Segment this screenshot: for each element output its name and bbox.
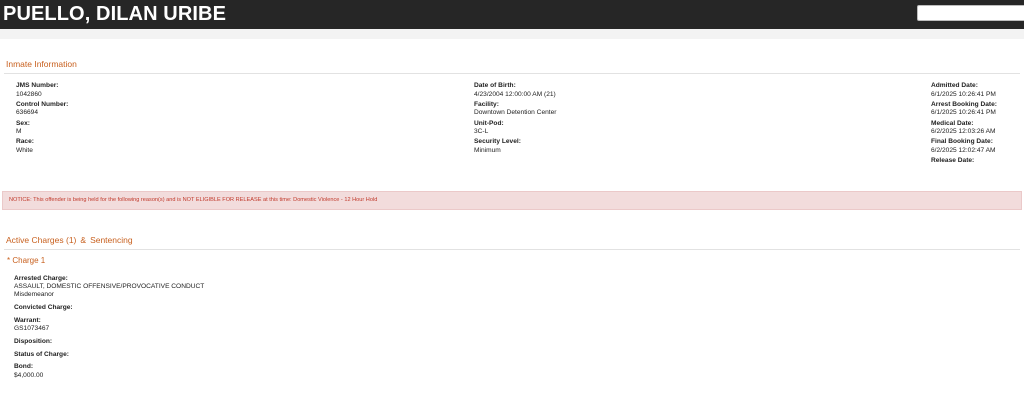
admitted-date-field: Admitted Date: 6/1/2025 10:26:41 PM [931,82,997,99]
section-divider [4,249,1020,250]
arrested-charge-field: Arrested Charge: ASSAULT, DOMESTIC OFFEN… [14,275,204,300]
inmate-name-title: PUELLO, DILAN URIBE [3,3,227,25]
field-value: 6/2/2025 12:02:47 AM [931,146,996,154]
field-value: 6/1/2025 10:26:41 PM [931,109,996,117]
field-label: Convicted Charge: [14,304,73,312]
field-label: JMS Number: [16,82,59,89]
field-label: Release Date: [931,157,975,165]
field-value: 6/2/2025 12:03:26 AM [931,128,996,136]
control-number-field: Control Number: 636694 [16,101,68,118]
disposition-field: Disposition: [14,338,204,346]
charge-1-details: Arrested Charge: ASSAULT, DOMESTIC OFFEN… [14,275,204,384]
field-label: Arrest Booking Date: [931,100,997,108]
field-label: Arrested Charge: [14,275,68,282]
field-label: Final Booking Date: [931,138,993,146]
field-label: Unit-Pod: [474,119,504,127]
field-label: Sex: [16,119,30,127]
field-label: Date of Birth: [474,82,516,89]
field-label: Warrant: [14,316,41,324]
status-of-charge-field: Status of Charge: [14,351,204,359]
inmate-info-left-column: JMS Number: 1042860 Control Number: 6366… [16,82,68,157]
field-label: Admitted Date: [931,82,978,89]
header-subbar [0,29,1024,39]
security-level-field: Security Level: Minimum [474,138,556,155]
field-value: 4/23/2004 12:00:00 AM (21) [474,90,556,98]
field-label: Security Level: [474,138,521,146]
convicted-charge-field: Convicted Charge: [14,304,204,312]
field-value: Minimum [474,146,501,154]
field-value: ASSAULT, DOMESTIC OFFENSIVE/PROVOCATIVE … [14,283,205,291]
final-booking-date-field: Final Booking Date: 6/2/2025 12:02:47 AM [931,138,997,155]
field-value: GS1073467 [14,325,50,333]
field-label: Medical Date: [931,119,974,127]
field-value: Downtown Detention Center [474,109,557,117]
medical-date-field: Medical Date: 6/2/2025 12:03:26 AM [931,120,997,137]
race-field: Race: White [16,138,68,155]
page-header: PUELLO, DILAN URIBE [0,0,1024,29]
sentencing-link[interactable]: Sentencing [90,235,133,245]
field-value: $4,000.00 [14,371,44,379]
field-label: Facility: [474,100,499,108]
charge-class-value: Misdemeanor [14,291,54,299]
section-divider [4,73,1020,74]
bond-field: Bond: $4,000.00 [14,363,204,379]
title-separator: & [80,235,87,245]
field-label: Control Number: [16,100,69,108]
release-date-field: Release Date: [931,157,997,166]
field-label: Race: [16,138,34,146]
field-value: 6/1/2025 10:26:41 PM [931,90,996,98]
field-label: Bond: [14,363,34,371]
field-value: 3C-L [474,128,489,136]
field-label: Disposition: [14,337,53,345]
inmate-info-middle-column: Date of Birth: 4/23/2004 12:00:00 AM (21… [474,82,556,157]
active-charges-link[interactable]: Active Charges (1) [6,235,76,245]
date-of-birth-field: Date of Birth: 4/23/2004 12:00:00 AM (21… [474,82,556,99]
field-value: M [16,128,22,136]
jms-number-field: JMS Number: 1042860 [16,82,68,99]
charge-1-heading[interactable]: * Charge 1 [7,256,45,265]
release-notice-banner: NOTICE: This offender is being held for … [2,191,1022,210]
field-value: 1042860 [16,90,42,98]
charges-section-title: Active Charges (1) & Sentencing [6,235,133,245]
arrest-booking-date-field: Arrest Booking Date: 6/1/2025 10:26:41 P… [931,101,997,118]
field-value: 636694 [16,109,39,117]
inmate-information-title: Inmate Information [6,59,77,69]
facility-field: Facility: Downtown Detention Center [474,101,556,118]
field-value: White [16,146,33,154]
search-input[interactable] [917,5,1024,21]
warrant-field: Warrant: GS1073467 [14,317,204,333]
inmate-info-right-column: Admitted Date: 6/1/2025 10:26:41 PM Arre… [931,82,997,167]
sex-field: Sex: M [16,120,68,137]
unit-pod-field: Unit-Pod: 3C-L [474,120,556,137]
field-label: Status of Charge: [14,350,69,358]
